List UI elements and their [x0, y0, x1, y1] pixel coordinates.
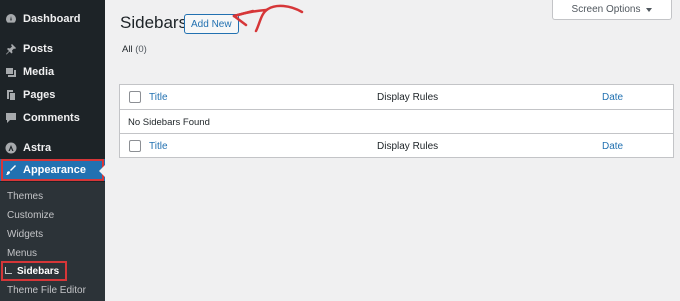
admin-sidebar: Dashboard Posts Media Pages Comments Ast… [0, 0, 105, 301]
menu-item-label: Pages [23, 89, 56, 101]
menu-item-media[interactable]: Media [0, 61, 105, 83]
select-all-checkbox-footer[interactable] [129, 140, 141, 152]
submenu-item-menus[interactable]: Menus [7, 248, 37, 259]
column-date[interactable]: Date [602, 92, 623, 103]
current-menu-caret [99, 165, 105, 177]
caret-down-icon [646, 7, 653, 12]
filter-all-count: (0) [135, 44, 147, 55]
column-display-rules-footer: Display Rules [377, 140, 439, 152]
menu-item-label: Astra [23, 142, 52, 154]
screen-options-label: Screen Options [571, 4, 641, 15]
column-display-rules: Display Rules [377, 91, 439, 103]
submenu-item-customize[interactable]: Customize [7, 210, 54, 221]
menu-item-posts[interactable]: Posts [0, 38, 105, 60]
menu-item-label: Comments [23, 112, 80, 124]
menu-item-label: Dashboard [23, 13, 81, 25]
empty-message: No Sidebars Found [128, 116, 210, 128]
menu-item-pages[interactable]: Pages [0, 84, 105, 106]
submenu-item-widgets[interactable]: Widgets [7, 229, 43, 240]
add-new-label: Add New [191, 18, 232, 30]
annotation-arrow-icon [232, 4, 304, 33]
sidebars-table: Title Display Rules Date No Sidebars Fou… [119, 84, 674, 158]
table-empty-row: No Sidebars Found [120, 110, 673, 134]
submenu-item-themes[interactable]: Themes [7, 191, 43, 202]
menu-item-dashboard[interactable]: Dashboard [0, 8, 105, 30]
column-title-footer[interactable]: Title [149, 141, 168, 152]
pin-icon [5, 43, 17, 55]
comments-icon [5, 112, 17, 124]
menu-item-astra[interactable]: Astra [0, 137, 105, 159]
filter-all-link[interactable]: All [122, 44, 133, 55]
menu-item-label: Posts [23, 43, 53, 55]
column-title[interactable]: Title [149, 92, 168, 103]
pages-icon [5, 89, 17, 101]
appearance-highlight-box [1, 159, 104, 181]
menu-item-label: Media [23, 66, 55, 78]
submenu-item-theme-file-editor[interactable]: Theme File Editor [7, 285, 86, 296]
column-date-footer[interactable]: Date [602, 141, 623, 152]
sidebars-highlight-box [1, 261, 67, 281]
menu-item-comments[interactable]: Comments [0, 107, 105, 129]
table-footer-row: Title Display Rules Date [120, 133, 673, 158]
dashboard-icon [5, 13, 17, 25]
page-title: Sidebars [120, 13, 188, 32]
add-new-button[interactable]: Add New [184, 14, 239, 34]
table-header-row: Title Display Rules Date [120, 85, 673, 110]
select-all-checkbox[interactable] [129, 91, 141, 103]
screen-options-button[interactable]: Screen Options [552, 0, 672, 20]
status-filter: All (0) [122, 44, 147, 55]
media-icon [5, 66, 17, 78]
astra-icon [5, 142, 17, 154]
